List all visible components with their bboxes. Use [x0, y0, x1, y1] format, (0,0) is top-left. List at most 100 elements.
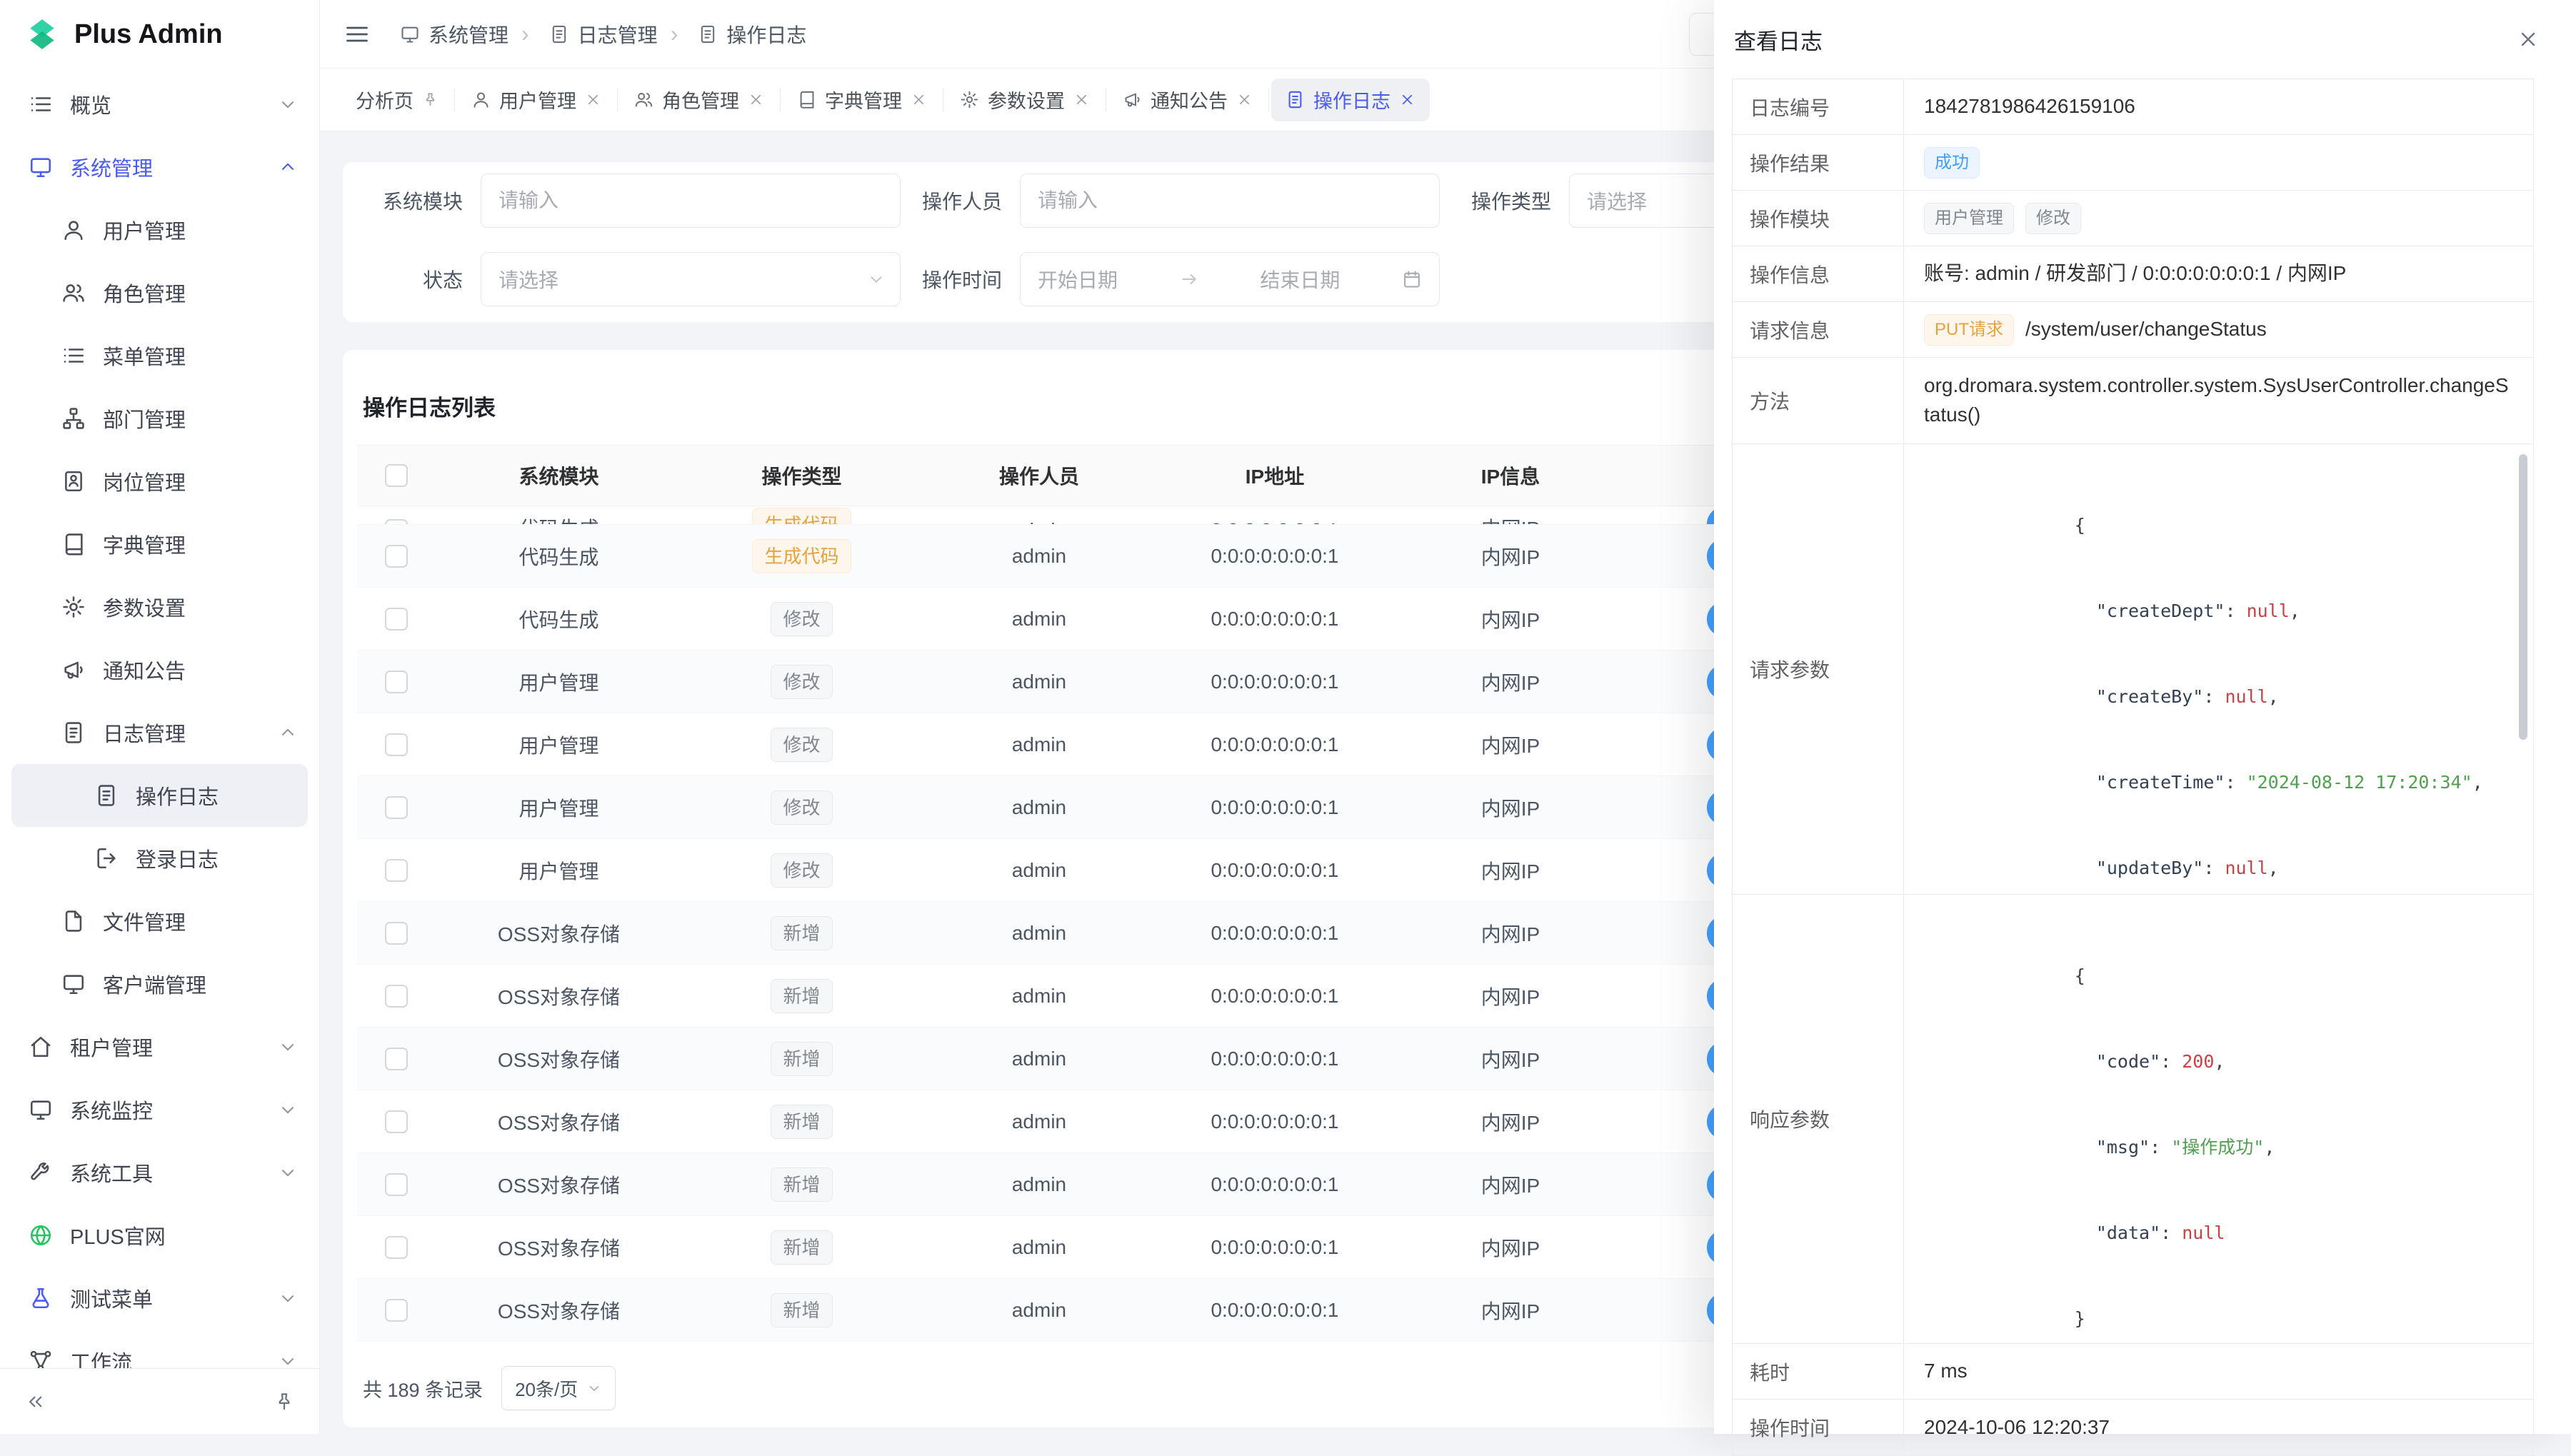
sidebar-item-log-mgmt[interactable]: 日志管理	[0, 701, 319, 764]
page-size-select[interactable]: 20条/页	[501, 1366, 616, 1410]
sidebar-item-test-menu[interactable]: 测试菜单	[0, 1267, 319, 1330]
row-checkbox[interactable]	[385, 859, 408, 882]
cell-operator: admin	[921, 796, 1157, 819]
row-checkbox[interactable]	[385, 1173, 408, 1196]
sidebar-item-tenant-mgmt[interactable]: 租户管理	[0, 1015, 319, 1078]
cell-ip: 0:0:0:0:0:0:0:1	[1157, 1110, 1393, 1133]
row-checkbox[interactable]	[385, 671, 408, 693]
close-icon[interactable]	[748, 91, 764, 108]
close-icon[interactable]	[911, 91, 927, 108]
breadcrumb-item[interactable]: 系统管理	[400, 20, 508, 49]
row-checkbox[interactable]	[385, 1110, 408, 1133]
globe-icon	[29, 1223, 53, 1247]
breadcrumb-label: 日志管理	[578, 20, 658, 49]
row-checkbox[interactable]	[385, 519, 408, 525]
close-icon[interactable]	[1236, 91, 1253, 108]
row-checkbox[interactable]	[385, 1048, 408, 1070]
sidebar-item-user-mgmt[interactable]: 用户管理	[0, 199, 319, 261]
code-line: }	[1924, 1247, 2500, 1333]
row-checkbox[interactable]	[385, 1236, 408, 1259]
tab-oper-log[interactable]: 操作日志	[1271, 79, 1430, 121]
sidebar-item-role-mgmt[interactable]: 角色管理	[0, 261, 319, 324]
row-checkbox[interactable]	[385, 608, 408, 631]
sidebar-item-oper-log[interactable]: 操作日志	[11, 764, 308, 827]
sidebar-item-file-mgmt[interactable]: 文件管理	[0, 890, 319, 953]
breadcrumb-item[interactable]: 日志管理	[521, 20, 658, 49]
chevron-icon	[278, 1225, 298, 1245]
hamburger-icon[interactable]	[344, 21, 370, 47]
cell-module: 用户管理	[436, 668, 682, 696]
type-badge: 修改	[771, 853, 832, 888]
cell-module: 代码生成	[436, 542, 682, 571]
sidebar-item-client-mgmt[interactable]: 客户端管理	[0, 953, 319, 1015]
chevron-icon	[278, 157, 298, 177]
select-all-checkbox[interactable]	[385, 464, 408, 487]
module-input[interactable]	[481, 174, 901, 228]
pin-icon[interactable]	[422, 91, 438, 108]
code-line: "createDept": null,	[1924, 540, 2500, 626]
menu-item-label: 登录日志	[136, 843, 219, 873]
tab-param-settings[interactable]: 参数设置	[946, 79, 1104, 121]
code-scrollbar-thumb[interactable]	[2519, 454, 2527, 740]
type-badge: 修改	[771, 728, 832, 762]
collapse-sidebar-icon[interactable]	[24, 1391, 46, 1412]
tab-dict-mgmt[interactable]: 字典管理	[783, 79, 941, 121]
menu-item-label: 用户管理	[103, 215, 186, 245]
detail-row: 请求信息 PUT请求 /system/user/changeStatus	[1733, 302, 2533, 358]
tab-label: 角色管理	[662, 86, 739, 114]
sidebar-item-notice[interactable]: 通知公告	[0, 638, 319, 701]
operator-input[interactable]	[1020, 174, 1440, 228]
breadcrumb-item[interactable]: 操作日志	[671, 20, 807, 49]
sidebar-item-menu-mgmt[interactable]: 菜单管理	[0, 324, 319, 387]
close-icon[interactable]	[2517, 28, 2540, 51]
operation-time-value: 2024-10-06 12:20:37	[1904, 1400, 2533, 1455]
sidebar-item-system-mgmt[interactable]: 系统管理	[0, 136, 319, 199]
cell-ip-info: 内网IP	[1393, 730, 1628, 759]
row-checkbox[interactable]	[385, 1299, 408, 1322]
type-label: 操作类型	[1460, 186, 1551, 215]
dictionary-icon	[61, 532, 86, 556]
close-icon[interactable]	[585, 91, 601, 108]
code-line: "createBy": null,	[1924, 626, 2500, 711]
app-logo[interactable]: Plus Admin	[0, 0, 319, 69]
sidebar-item-dict-mgmt[interactable]: 字典管理	[0, 513, 319, 576]
filter-module: 系统模块	[371, 174, 901, 228]
chevron-icon	[278, 94, 298, 114]
sidebar-item-param-settings[interactable]: 参数设置	[0, 576, 319, 638]
sidebar-item-post-mgmt[interactable]: 岗位管理	[0, 450, 319, 513]
pin-sidebar-icon[interactable]	[274, 1391, 295, 1412]
sidebar-item-plus-site[interactable]: PLUS官网	[0, 1204, 319, 1267]
sidebar-item-workflow[interactable]: 工作流	[0, 1330, 319, 1368]
tab-icon	[1286, 90, 1305, 109]
chevron-icon	[278, 974, 298, 994]
tab-notice[interactable]: 通知公告	[1108, 79, 1267, 121]
row-checkbox[interactable]	[385, 796, 408, 819]
row-checkbox[interactable]	[385, 922, 408, 945]
sidebar-item-tools[interactable]: 系统工具	[0, 1141, 319, 1204]
close-icon[interactable]	[1073, 91, 1090, 108]
menu-item-label: 菜单管理	[103, 341, 186, 371]
code-line: {	[1924, 905, 2500, 990]
row-checkbox[interactable]	[385, 733, 408, 756]
close-icon[interactable]	[1399, 91, 1415, 108]
chevron-icon	[278, 1163, 298, 1183]
sidebar-item-overview[interactable]: 概览	[0, 73, 319, 136]
cell-ip-info: 内网IP	[1393, 513, 1628, 525]
settings-icon	[61, 595, 86, 619]
cell-ip-info: 内网IP	[1393, 1170, 1628, 1199]
tab-analysis[interactable]: 分析页	[341, 79, 453, 121]
overview-icon	[29, 92, 53, 116]
app-title: Plus Admin	[74, 19, 223, 50]
time-range-input[interactable]: 开始日期 结束日期	[1020, 252, 1440, 306]
sidebar-item-login-log[interactable]: 登录日志	[0, 827, 319, 890]
row-checkbox[interactable]	[385, 545, 408, 568]
col-header-type: 操作类型	[682, 461, 921, 490]
sidebar-item-dept-mgmt[interactable]: 部门管理	[0, 387, 319, 450]
sidebar-item-monitor[interactable]: 系统监控	[0, 1078, 319, 1141]
breadcrumb-icon	[698, 24, 718, 44]
tab-user-mgmt[interactable]: 用户管理	[457, 79, 616, 121]
status-select[interactable]: 请选择	[481, 252, 901, 306]
row-checkbox[interactable]	[385, 985, 408, 1008]
tab-role-mgmt[interactable]: 角色管理	[620, 79, 778, 121]
type-badge: 生成代码	[752, 539, 851, 573]
